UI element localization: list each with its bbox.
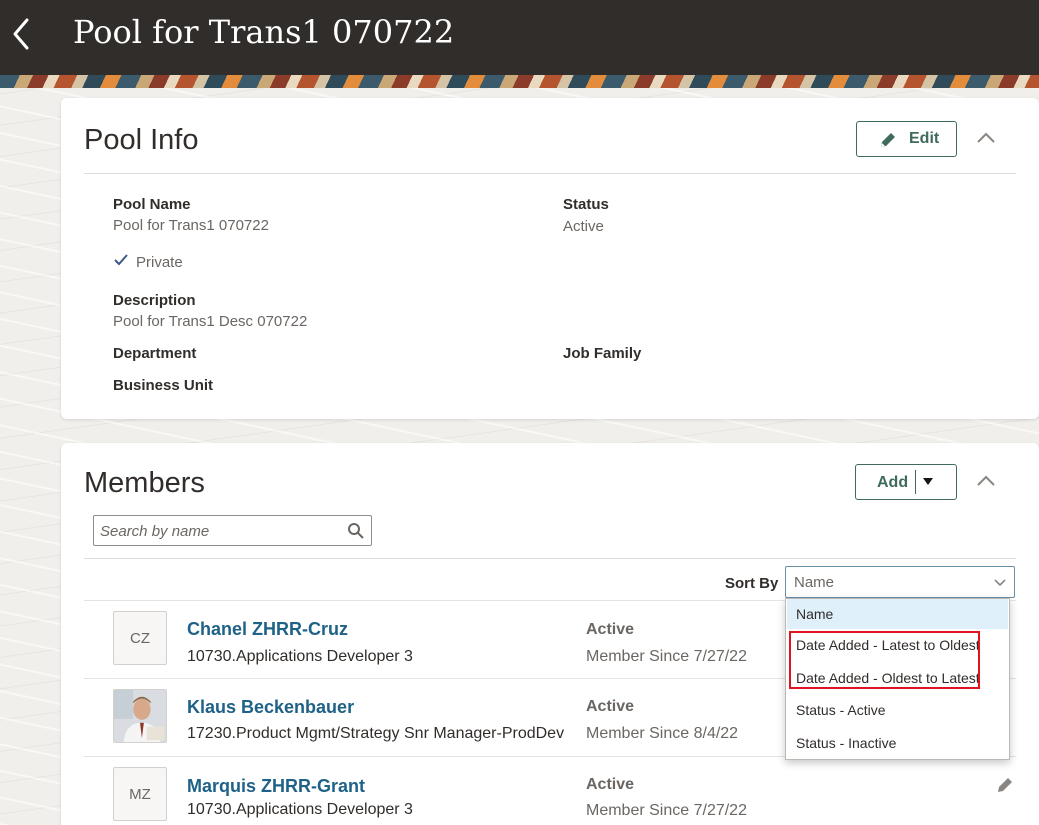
edit-button-label: Edit (909, 130, 940, 147)
status-label: Status (563, 196, 609, 213)
search-field[interactable] (93, 515, 372, 546)
department-label: Department (113, 345, 197, 362)
pool-info-divider (84, 173, 1016, 174)
sort-option-status-inactive[interactable]: Status - Inactive (787, 728, 1008, 758)
pencil-icon (881, 133, 895, 147)
member-status: Active (586, 621, 635, 638)
chevron-down-icon (994, 579, 1006, 587)
private-label: Private (136, 254, 183, 271)
member-name[interactable]: Klaus Beckenbauer (187, 697, 354, 718)
sort-by-label: Sort By (725, 575, 779, 592)
add-button-group: Add (855, 464, 957, 500)
description-value: Pool for Trans1 Desc 070722 (113, 313, 308, 330)
sort-option-date-latest[interactable]: Date Added - Latest to Oldest (787, 630, 1008, 660)
sort-option-name[interactable]: Name (787, 599, 1008, 629)
app-header: Pool for Trans1 070722 (0, 0, 1039, 75)
member-since: Member Since 7/27/22 (586, 802, 747, 819)
sort-by-select[interactable]: Name (785, 566, 1015, 598)
members-heading: Members (84, 467, 205, 499)
pencil-icon[interactable] (995, 775, 1015, 795)
sort-option-status-active[interactable]: Status - Active (787, 695, 1008, 725)
collapse-members-icon[interactable] (974, 469, 998, 493)
pool-name-value: Pool for Trans1 070722 (113, 217, 269, 234)
decorative-banner (0, 75, 1039, 88)
add-split-divider (915, 470, 916, 494)
members-divider (84, 558, 1016, 559)
pool-name-label: Pool Name (113, 196, 191, 213)
member-status: Active (586, 776, 635, 793)
caret-down-icon[interactable] (922, 477, 934, 487)
avatar (113, 689, 167, 743)
member-name[interactable]: Marquis ZHRR-Grant (187, 776, 365, 797)
job-family-label: Job Family (563, 345, 642, 362)
back-button[interactable] (8, 14, 38, 54)
member-row: MZ Marquis ZHRR-Grant 10730.Applications… (84, 756, 1016, 825)
sort-option-date-oldest[interactable]: Date Added - Oldest to Latest (787, 663, 1008, 693)
collapse-pool-info-icon[interactable] (974, 126, 998, 150)
person-photo-icon (114, 690, 166, 742)
member-since: Member Since 7/27/22 (586, 648, 747, 665)
member-since: Member Since 8/4/22 (586, 725, 739, 742)
description-label: Description (113, 292, 196, 309)
add-button[interactable]: Add (877, 474, 908, 492)
avatar: CZ (113, 611, 167, 665)
pool-info-card: Pool Info Edit Pool Name Pool for Trans1… (61, 98, 1039, 419)
sort-dropdown-menu: Name Date Added - Latest to Oldest Date … (785, 598, 1010, 760)
member-name[interactable]: Chanel ZHRR-Cruz (187, 619, 348, 640)
edit-button[interactable]: Edit (856, 121, 957, 157)
page-title: Pool for Trans1 070722 (73, 13, 455, 51)
member-status: Active (586, 698, 635, 715)
search-icon[interactable] (347, 522, 365, 540)
member-job: 10730.Applications Developer 3 (187, 801, 413, 818)
check-icon (114, 254, 128, 266)
sort-by-value: Name (794, 574, 835, 591)
search-input[interactable] (100, 521, 340, 541)
member-job: 10730.Applications Developer 3 (187, 648, 413, 665)
business-unit-label: Business Unit (113, 377, 214, 394)
chevron-left-icon (13, 18, 29, 50)
member-job: 17230.Product Mgmt/Strategy Snr Manager-… (187, 725, 565, 742)
avatar: MZ (113, 767, 167, 821)
pool-info-heading: Pool Info (84, 124, 199, 156)
status-value: Active (563, 218, 604, 235)
